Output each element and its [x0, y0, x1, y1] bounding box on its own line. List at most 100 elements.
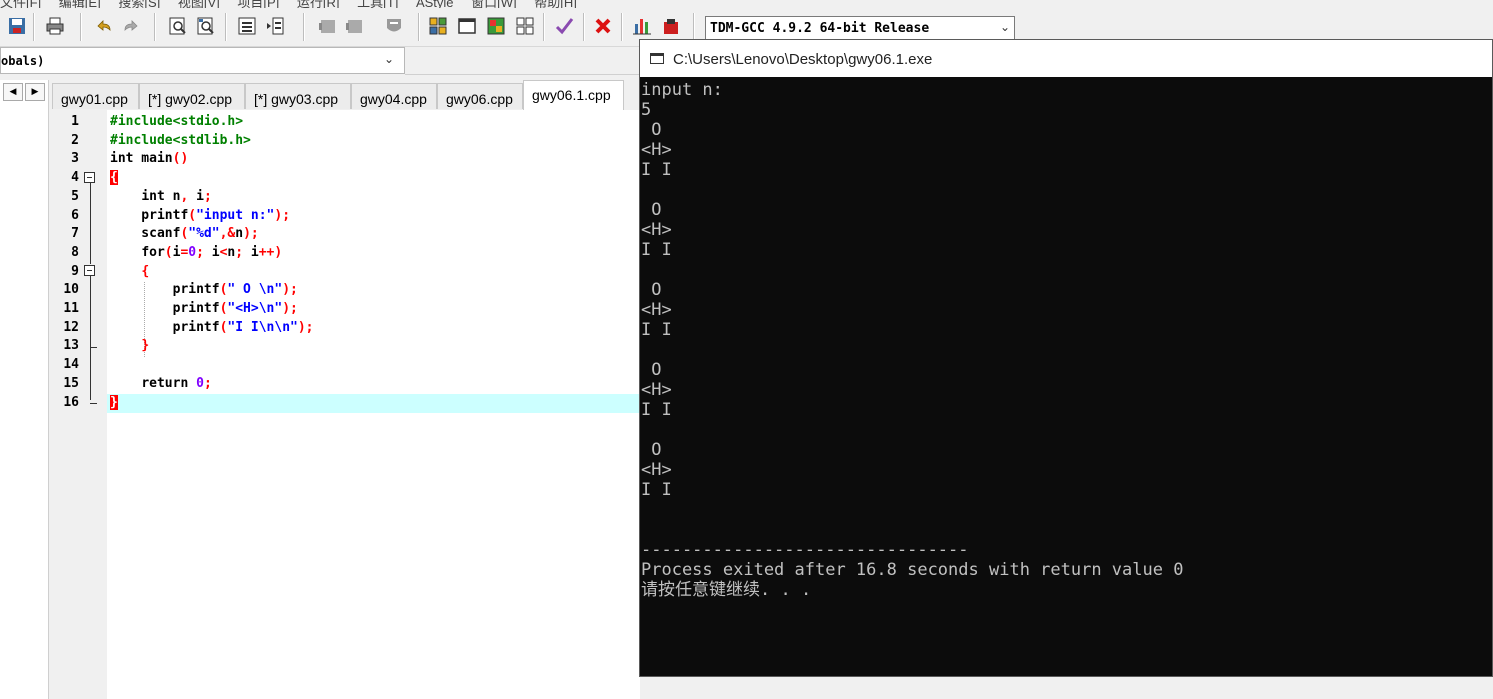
undo-icon[interactable]	[93, 15, 115, 37]
line-number: 3	[71, 151, 79, 166]
line-number: 14	[63, 357, 79, 372]
current-line-highlight	[107, 394, 640, 413]
console-line: O	[641, 120, 662, 140]
console-line: O	[641, 200, 662, 220]
console-line: input n:	[641, 80, 723, 100]
compile-run-icon[interactable]	[485, 15, 507, 37]
fold-toggle-icon[interactable]	[84, 172, 95, 183]
console-output: input n: 5 O <H> I I O <H> I I O <H> I I O <H> I …	[641, 80, 1481, 600]
console-line: <H>	[641, 140, 672, 160]
console-line: <H>	[641, 220, 672, 240]
code-line: int main()	[110, 151, 189, 166]
indent-icon[interactable]	[264, 15, 286, 37]
fold-line	[90, 183, 91, 264]
compiler-select-value: TDM-GCC 4.9.2 64-bit Release	[710, 21, 930, 36]
line-number: 16	[63, 395, 79, 410]
class-browser-panel	[0, 80, 49, 699]
tab-scroll-right-icon[interactable]: ▶	[25, 83, 45, 101]
code-line: printf("<H>\n");	[110, 301, 298, 316]
compiler-select[interactable]: TDM-GCC 4.9.2 64-bit Release ⌄	[705, 16, 1015, 40]
console-line: --------------------------------	[641, 540, 969, 560]
tab-gwy04[interactable]: gwy04.cpp	[351, 83, 437, 109]
bookmark-next-icon[interactable]	[343, 15, 365, 37]
line-number: 8	[71, 245, 79, 260]
line-number: 2	[71, 133, 79, 148]
console-line: 5	[641, 100, 652, 120]
console-line: <H>	[641, 460, 672, 480]
fold-toggle-icon[interactable]	[84, 265, 95, 276]
line-number: 13	[63, 338, 79, 353]
check-icon[interactable]	[553, 15, 575, 37]
code-line: for(i=0; i<n; i++)	[141, 245, 283, 260]
line-number: 1	[71, 114, 79, 129]
tab-scroll-left-icon[interactable]: ◀	[3, 83, 23, 101]
console-window[interactable]: C:\Users\Lenovo\Desktop\gwy06.1.exe inpu…	[639, 39, 1493, 677]
line-number: 9	[71, 264, 79, 279]
fold-end-mark	[90, 347, 97, 348]
code-line: #include<stdlib.h>	[110, 133, 251, 148]
console-line: O	[641, 280, 662, 300]
stop-icon[interactable]	[592, 15, 614, 37]
line-number: 7	[71, 226, 79, 241]
find-icon[interactable]	[167, 15, 189, 37]
code-line: printf("input n:");	[110, 208, 291, 223]
debug-icon[interactable]	[660, 15, 682, 37]
console-app-icon	[650, 53, 664, 64]
redo-icon[interactable]	[120, 15, 142, 37]
rebuild-icon[interactable]	[514, 15, 536, 37]
console-line: I I	[641, 160, 672, 180]
run-icon[interactable]	[456, 15, 478, 37]
line-number: 5	[71, 189, 79, 204]
line-number: 12	[63, 320, 79, 335]
tab-gwy06-1[interactable]: gwy06.1.cpp	[523, 80, 624, 110]
chart-icon[interactable]	[631, 15, 653, 37]
line-number: 10	[63, 282, 79, 297]
line-number: 11	[63, 301, 79, 316]
code-line: int n, i;	[141, 189, 212, 204]
code-line: printf(" O \n");	[110, 282, 298, 297]
console-line: I I	[641, 400, 672, 420]
replace-icon[interactable]	[195, 15, 217, 37]
code-editor[interactable]: 1 2 3 4 5 6 7 8 9 10 11 12 13 14 15 16 #…	[55, 110, 640, 699]
compile-icon[interactable]	[427, 15, 449, 37]
line-number: 6	[71, 208, 79, 223]
line-number: 15	[63, 376, 79, 391]
code-line: return 0;	[141, 376, 212, 391]
print-icon[interactable]	[44, 15, 66, 37]
chevron-down-icon: ⌄	[384, 52, 395, 66]
globals-bar-spacer	[405, 47, 645, 75]
toggle-comment-icon[interactable]	[383, 15, 405, 37]
save-icon[interactable]	[6, 15, 28, 37]
code-line: }	[110, 395, 118, 410]
goto-icon[interactable]	[236, 15, 258, 37]
console-line: <H>	[641, 380, 672, 400]
code-line: printf("I I\n\n");	[110, 320, 314, 335]
tab-gwy02[interactable]: [*] gwy02.cpp	[139, 83, 245, 109]
globals-select-value: obals)	[1, 54, 45, 68]
chevron-down-icon: ⌄	[999, 20, 1010, 34]
fold-end-mark	[90, 403, 97, 404]
menu-bar: 文件[F] 编辑[E] 搜索[S] 视图[V] 项目[P] 运行[R] 工具[T…	[0, 0, 1493, 10]
tab-gwy03[interactable]: [*] gwy03.cpp	[245, 83, 351, 109]
bookmark-icon[interactable]	[316, 15, 338, 37]
console-line: I I	[641, 240, 672, 260]
console-line: <H>	[641, 300, 672, 320]
console-line: I I	[641, 320, 672, 340]
tab-gwy01[interactable]: gwy01.cpp	[52, 83, 139, 109]
console-line: 请按任意键继续. . .	[641, 580, 812, 600]
tab-gwy06[interactable]: gwy06.cpp	[437, 83, 523, 109]
code-line: }	[141, 338, 150, 353]
console-line: O	[641, 360, 662, 380]
line-number: 4	[71, 170, 79, 185]
code-line: scanf("%d",&n);	[110, 226, 259, 241]
globals-select[interactable]: obals) ⌄	[0, 47, 405, 74]
code-line: {	[141, 264, 150, 279]
console-title: C:\Users\Lenovo\Desktop\gwy06.1.exe	[673, 51, 933, 68]
fold-line	[90, 276, 91, 400]
console-title-bar[interactable]: C:\Users\Lenovo\Desktop\gwy06.1.exe	[640, 40, 1492, 77]
